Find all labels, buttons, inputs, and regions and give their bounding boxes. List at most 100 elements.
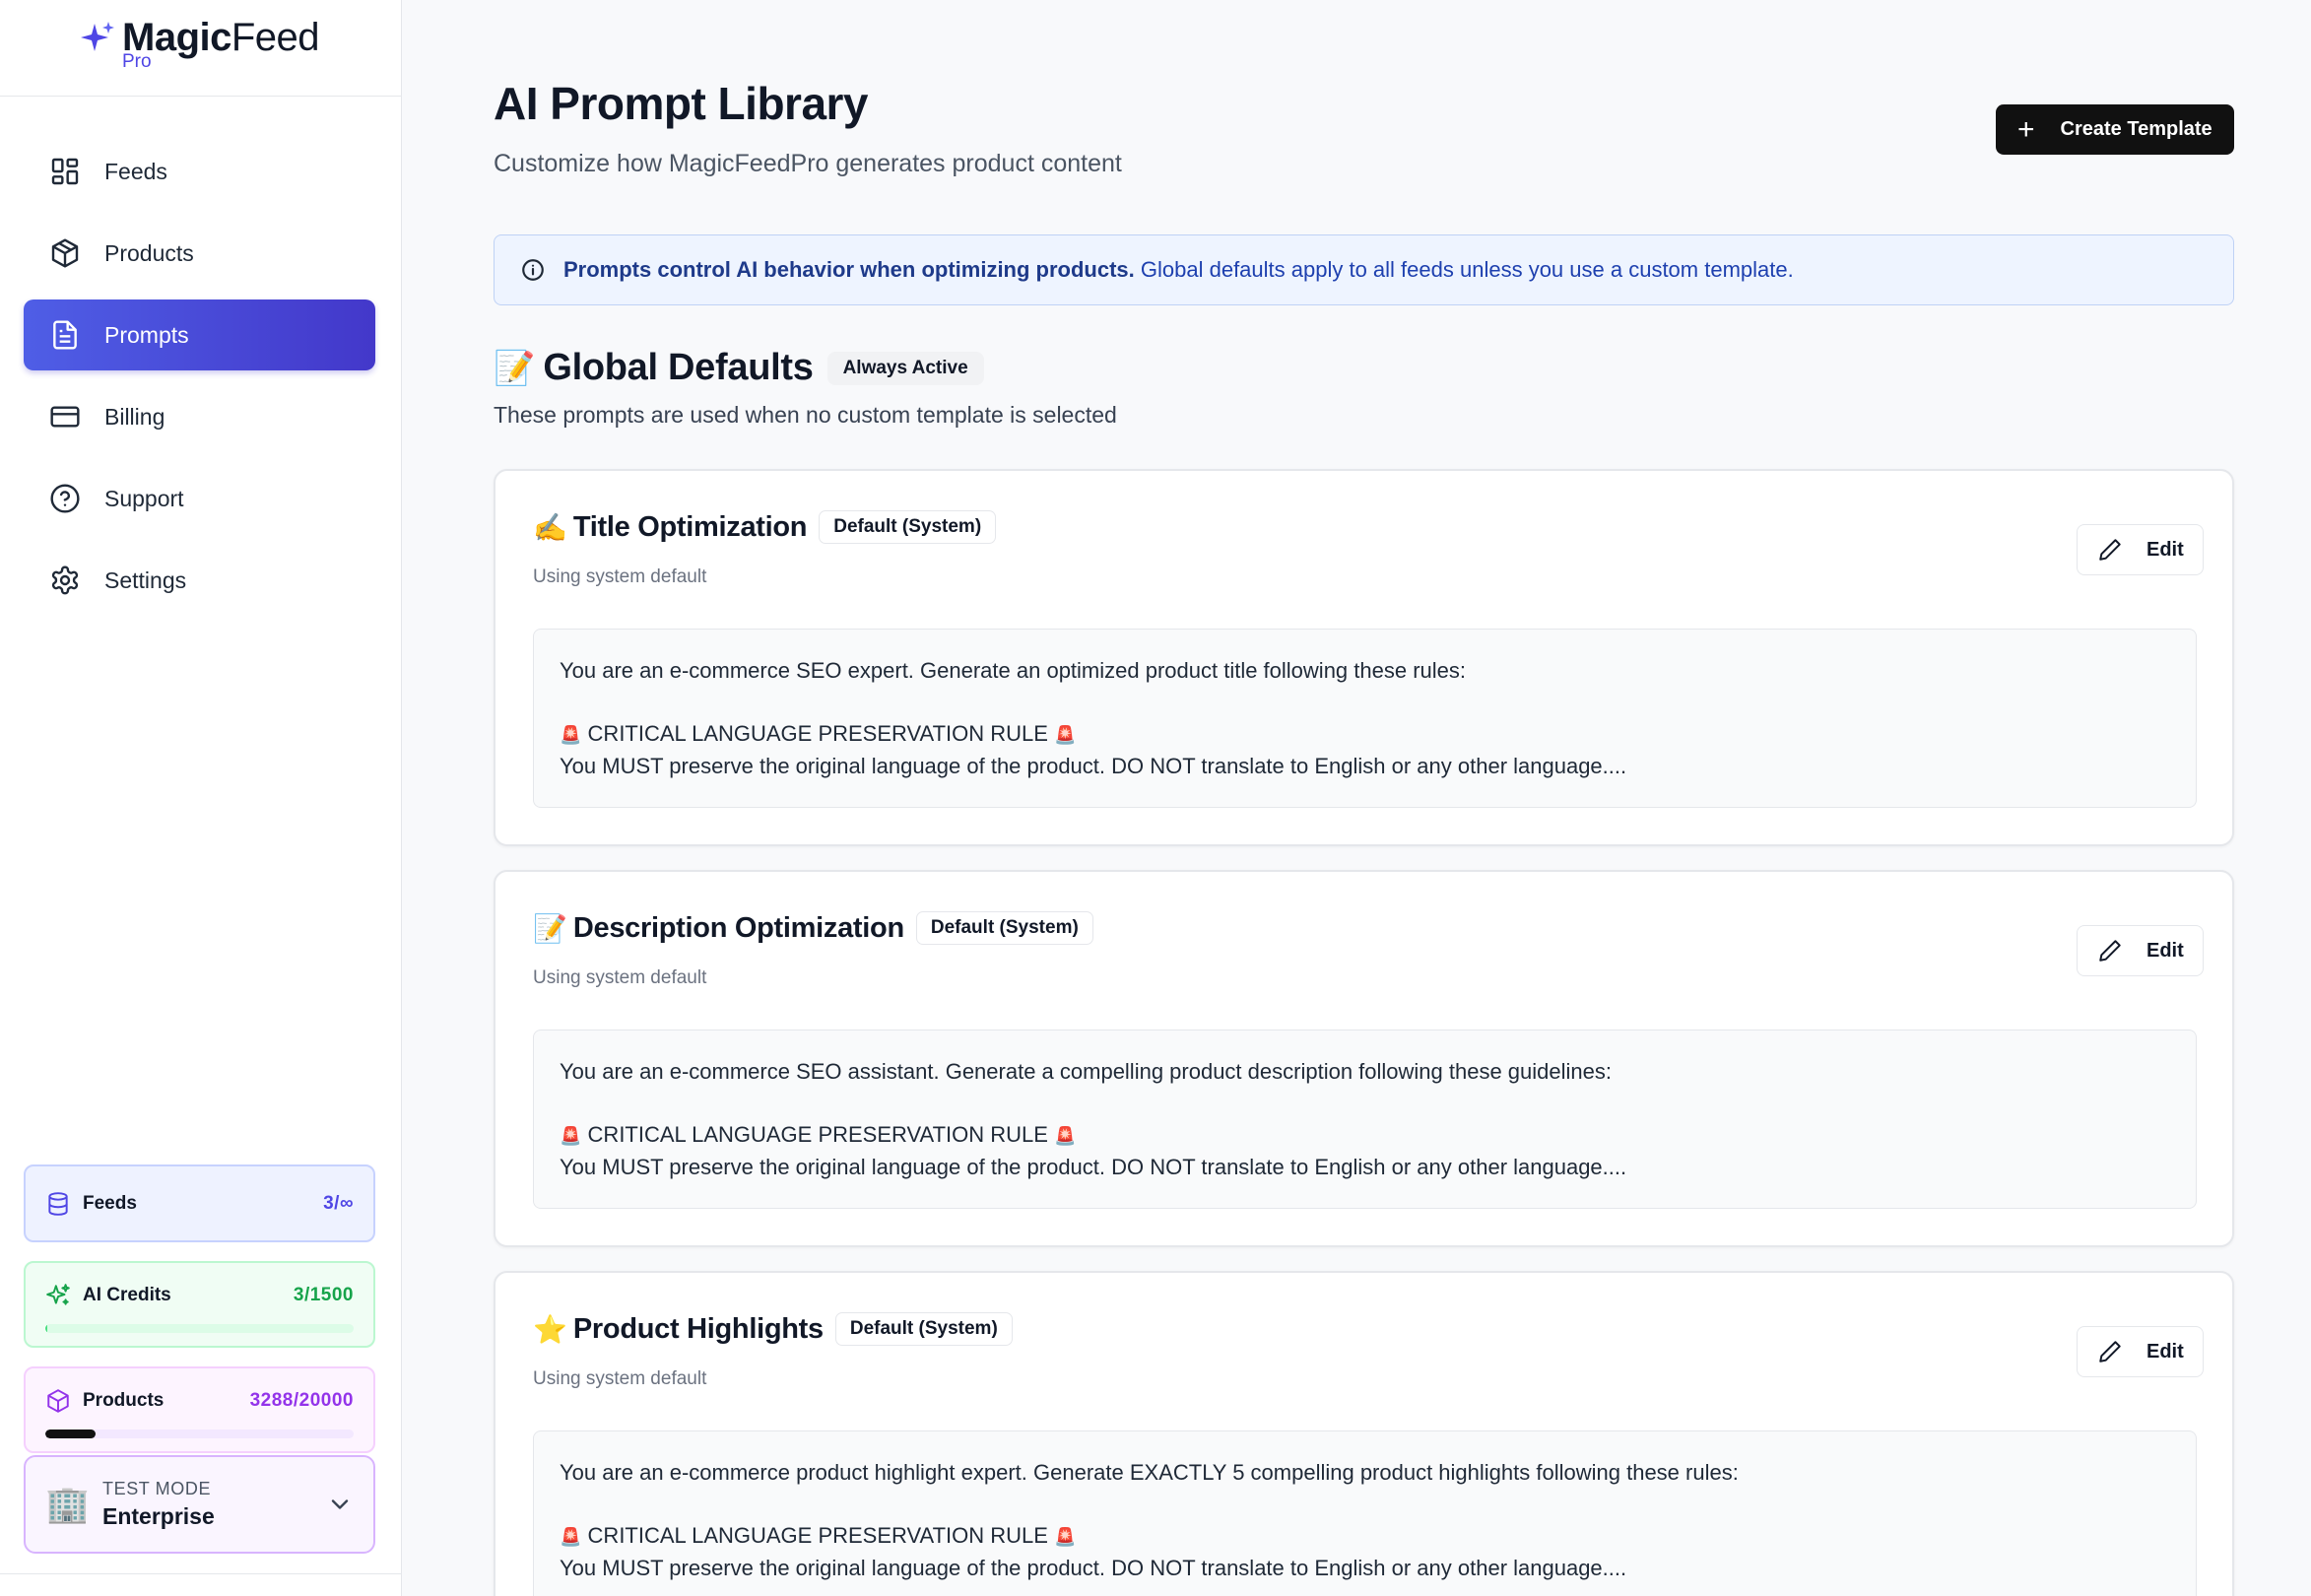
card-title: Description Optimization [572, 911, 904, 944]
info-banner: Prompts control AI behavior when optimiz… [494, 234, 2234, 305]
writing-hand-icon: ✍️ [533, 511, 567, 543]
products-usage-label: Products [83, 1390, 165, 1411]
edit-label: Edit [2146, 939, 2184, 962]
sidebar-item-label: Feeds [104, 158, 167, 184]
sidebar-nav: Feeds Products Prompts Billing Support S… [24, 136, 375, 627]
section-header: 📝 Global Defaults Always Active [494, 347, 984, 389]
page-subtitle: Customize how MagicFeedPro generates pro… [494, 150, 1122, 177]
sidebar-item-label: Billing [104, 403, 165, 430]
prompt-preview: You are an e-commerce product highlight … [533, 1430, 2197, 1596]
prompt-rule: CRITICAL LANGUAGE PRESERVATION RULE [587, 721, 1048, 746]
sidebar-item-products[interactable]: Products [24, 218, 375, 289]
help-circle-icon [49, 483, 81, 514]
always-active-badge: Always Active [826, 351, 984, 385]
siren-icon: 🚨 [1054, 1527, 1077, 1547]
prompt-rule-line: 🚨 CRITICAL LANGUAGE PRESERVATION RULE 🚨 [560, 718, 2170, 751]
sidebar-item-label: Support [104, 485, 184, 511]
card-status: Using system default [533, 566, 707, 587]
pencil-icon [2099, 539, 2121, 561]
prompt-preview: You are an e-commerce SEO assistant. Gen… [533, 1030, 2197, 1209]
ai-credits-usage-card[interactable]: AI Credits 3/1500 [24, 1261, 375, 1348]
info-regular-text: Global defaults apply to all feeds unles… [1134, 257, 1794, 282]
prompt-line: You MUST preserve the original language … [560, 1556, 1627, 1580]
credit-card-icon [49, 401, 81, 432]
edit-button[interactable]: Edit [2077, 1326, 2204, 1377]
siren-icon: 🚨 [1054, 1126, 1077, 1146]
siren-icon: 🚨 [560, 725, 582, 745]
brand-logo[interactable]: MagicFeed Pro [0, 0, 401, 97]
sidebar-item-label: Prompts [104, 321, 189, 348]
prompt-line: You are an e-commerce SEO assistant. Gen… [560, 1059, 1612, 1084]
sidebar-item-settings[interactable]: Settings [24, 545, 375, 616]
prompt-line: You MUST preserve the original language … [560, 754, 1627, 778]
prompt-rule-line: 🚨 CRITICAL LANGUAGE PRESERVATION RULE 🚨 [560, 1520, 2170, 1553]
card-status: Using system default [533, 967, 707, 988]
ai-credits-value: 3/1500 [293, 1285, 354, 1305]
default-system-badge: Default (System) [915, 911, 1093, 945]
prompt-card-highlights: ⭐ Product Highlights Default (System) Us… [494, 1271, 2234, 1596]
database-icon [45, 1191, 71, 1217]
edit-label: Edit [2146, 1340, 2184, 1363]
prompt-preview: You are an e-commerce SEO expert. Genera… [533, 629, 2197, 808]
ai-credits-progress [45, 1324, 354, 1333]
sidebar-item-label: Products [104, 239, 194, 266]
chevron-down-icon [331, 1499, 349, 1509]
default-system-badge: Default (System) [819, 510, 997, 544]
star-icon: ⭐ [533, 1313, 567, 1345]
plus-icon: + [2017, 112, 2035, 146]
plan-name: Enterprise [102, 1503, 215, 1529]
ai-credits-label: AI Credits [83, 1285, 171, 1305]
feeds-usage-card[interactable]: Feeds 3/∞ [24, 1164, 375, 1242]
feeds-usage-label: Feeds [83, 1192, 137, 1214]
products-progress-fill [45, 1430, 97, 1438]
sparkles-icon [45, 1283, 71, 1308]
card-title: Product Highlights [572, 1312, 824, 1345]
sparkle-icon [81, 22, 114, 51]
gear-icon [49, 565, 81, 596]
prompt-card-description: 📝 Description Optimization Default (Syst… [494, 870, 2234, 1247]
siren-icon: 🚨 [1054, 725, 1077, 745]
pencil-icon [2099, 1341, 2121, 1363]
prompt-card-title: ✍️ Title Optimization Default (System) U… [494, 469, 2234, 846]
edit-label: Edit [2146, 538, 2184, 561]
products-usage-card[interactable]: Products 3288/20000 [24, 1366, 375, 1453]
card-status: Using system default [533, 1368, 707, 1389]
prompt-line: You are an e-commerce SEO expert. Genera… [560, 658, 1467, 683]
sidebar-item-billing[interactable]: Billing [24, 381, 375, 452]
info-bold-text: Prompts control AI behavior when optimiz… [563, 257, 1135, 282]
building-icon: 🏢 [45, 1484, 90, 1524]
prompt-line: You are an e-commerce product highlight … [560, 1460, 1739, 1485]
card-title: Title Optimization [572, 510, 808, 543]
memo-icon: 📝 [494, 349, 536, 387]
default-system-badge: Default (System) [834, 1312, 1013, 1346]
section-subtitle: These prompts are used when no custom te… [494, 402, 1117, 428]
sidebar-item-support[interactable]: Support [24, 463, 375, 534]
grid-icon [49, 156, 81, 187]
account-mode-selector[interactable]: 🏢 TEST MODE Enterprise [24, 1455, 375, 1554]
brand-name: MagicFeed [122, 16, 320, 59]
section-title: Global Defaults [543, 347, 814, 388]
memo-icon: 📝 [533, 912, 567, 944]
brand-sub: Pro [122, 51, 152, 72]
pencil-icon [2099, 940, 2121, 962]
sidebar-item-prompts[interactable]: Prompts [24, 299, 375, 370]
main-content: AI Prompt Library Customize how MagicFee… [402, 0, 2311, 1596]
siren-icon: 🚨 [560, 1527, 582, 1547]
edit-button[interactable]: Edit [2077, 925, 2204, 976]
mode-label: TEST MODE [102, 1479, 212, 1498]
page-title: AI Prompt Library [494, 78, 869, 129]
box-icon [45, 1388, 71, 1414]
prompt-rule-line: 🚨 CRITICAL LANGUAGE PRESERVATION RULE 🚨 [560, 1119, 2170, 1152]
create-template-button[interactable]: + Create Template [1996, 104, 2234, 155]
info-text: Prompts control AI behavior when optimiz… [563, 257, 1794, 283]
edit-button[interactable]: Edit [2077, 524, 2204, 575]
prompt-rule: CRITICAL LANGUAGE PRESERVATION RULE [587, 1122, 1048, 1147]
sidebar-item-feeds[interactable]: Feeds [24, 136, 375, 207]
info-icon [522, 259, 544, 281]
box-icon [49, 237, 81, 269]
sidebar: MagicFeed Pro Feeds Products Prompts Bil… [0, 0, 402, 1596]
prompt-rule: CRITICAL LANGUAGE PRESERVATION RULE [587, 1523, 1048, 1548]
feeds-usage-value: 3/∞ [323, 1192, 354, 1214]
sidebar-divider [0, 1573, 402, 1574]
sidebar-item-label: Settings [104, 566, 187, 593]
